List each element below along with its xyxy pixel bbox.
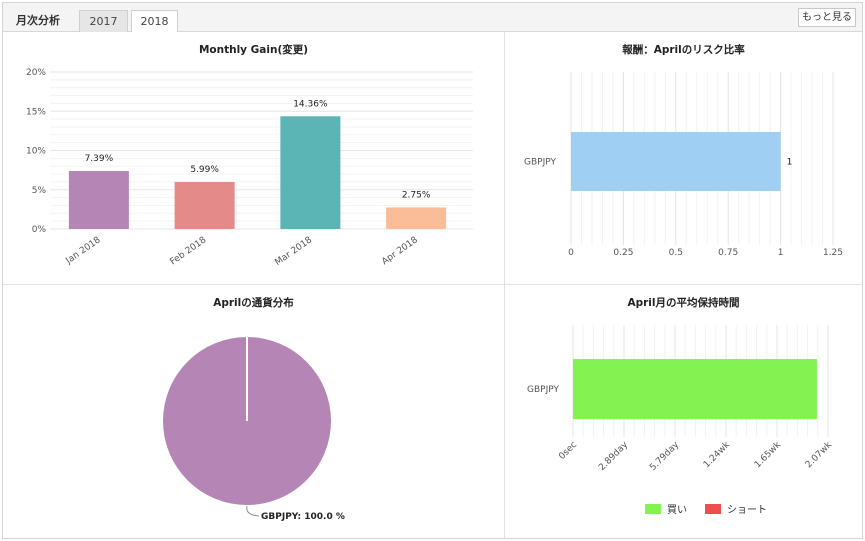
pie-label: GBPJPY: 100.0 % — [261, 512, 345, 522]
monthly-analysis-widget: 月次分析 2017 2018 もっと見る Monthly Gain(変更) 0%… — [2, 2, 863, 539]
data-label: 1 — [787, 158, 793, 168]
data-label: 14.36% — [293, 99, 328, 109]
data-label: 7.39% — [85, 154, 114, 164]
legend-swatch-short — [705, 503, 721, 514]
y-tick-label: GBPJPY — [527, 385, 559, 395]
x-tick-label: Mar 2018 — [273, 235, 314, 268]
tab-2017[interactable]: 2017 — [79, 10, 128, 33]
label-connector — [246, 505, 260, 517]
x-tick-label: 2.89day — [597, 440, 630, 473]
legend-swatch-buy — [645, 503, 661, 514]
section-title: 月次分析 — [16, 14, 60, 27]
bar — [68, 170, 129, 229]
y-tick-label: 10% — [26, 147, 46, 157]
x-tick-label: 1 — [778, 248, 784, 258]
legend-item-short[interactable]: ショート — [705, 501, 767, 516]
y-tick-label: 20% — [26, 68, 46, 78]
bar — [386, 207, 447, 229]
risk-ratio-chart: 0 0.25 0.5 0.75 1 1.25 1 GBPJPY — [524, 72, 843, 258]
data-label: 2.75% — [402, 190, 431, 200]
x-tick-label: 0.75 — [718, 248, 738, 258]
x-tick-label: 0.25 — [613, 248, 633, 258]
more-button[interactable]: もっと見る — [798, 8, 856, 27]
x-tick-label: 0.5 — [669, 248, 683, 258]
risk-ratio-panel: 報酬：Aprilのリスク比率 0 0.25 0.5 0.75 1 1.25 1 GBPJPY — [505, 32, 862, 285]
legend-item-buy[interactable]: 買い — [645, 501, 687, 516]
currency-pie-chart: GBPJPY: 100.0 % — [163, 337, 345, 522]
monthly-gain-chart: 0% 5% 10% 15% 20% 7.39% Jan 2018 5.99% Feb 2018 1… — [26, 68, 473, 268]
bar — [174, 181, 235, 229]
x-tick-label: 0 — [568, 248, 574, 258]
x-tick-label: 1.65wk — [753, 440, 784, 471]
x-tick-label: Jan 2018 — [64, 235, 103, 267]
x-tick-label: 1.24wk — [702, 440, 733, 471]
bar — [571, 132, 781, 191]
bar — [573, 359, 817, 419]
y-tick-label: 5% — [32, 186, 47, 196]
y-tick-label: GBPJPY — [524, 158, 556, 168]
y-tick-label: 0% — [32, 225, 47, 235]
widget-header: 月次分析 2017 2018 もっと見る — [3, 3, 862, 34]
x-tick-label: 2.07wk — [804, 440, 835, 471]
legend-label: ショート — [727, 505, 767, 516]
holding-time-panel: April月の平均保持時間 0sec 2.89day 5.79day 1.24wk 1.… — [505, 285, 862, 538]
currency-distribution-panel: Aprilの通貨分布 GBPJPY: 100.0 % — [3, 285, 505, 538]
bar — [280, 116, 341, 229]
data-label: 5.99% — [190, 165, 219, 175]
x-tick-label: Apr 2018 — [380, 235, 420, 267]
legend-label: 買い — [667, 505, 687, 516]
tab-2018[interactable]: 2018 — [131, 10, 178, 34]
holding-time-legend: 買い ショート — [645, 501, 767, 516]
x-tick-label: 5.79day — [648, 440, 681, 473]
x-tick-label: Feb 2018 — [168, 235, 208, 267]
y-tick-label: 15% — [26, 107, 46, 117]
monthly-gain-panel: Monthly Gain(変更) 0% 5% 10% 15% 20% 7.39% Jan 2… — [3, 32, 505, 285]
x-tick-label: 1.25 — [823, 248, 843, 258]
x-tick-label: 0sec — [557, 440, 579, 462]
